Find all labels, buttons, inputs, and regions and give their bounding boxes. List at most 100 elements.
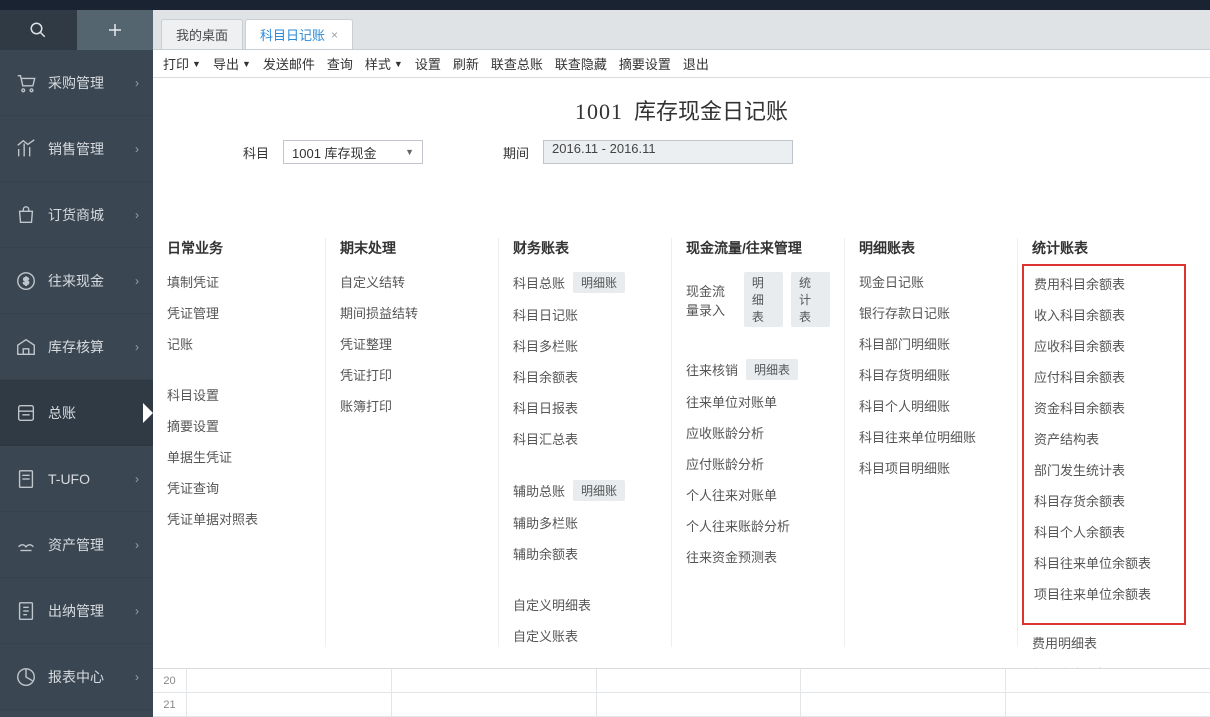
- sidebar-item-purchase[interactable]: 采购管理 ›: [0, 50, 153, 116]
- menu-link[interactable]: 自定义明细表: [513, 595, 591, 614]
- menu-link[interactable]: 资产结构表: [1034, 429, 1099, 448]
- sidebar-item-sales[interactable]: 销售管理 ›: [0, 116, 153, 182]
- nav-add-button[interactable]: [77, 10, 154, 50]
- menu-link[interactable]: 凭证整理: [340, 334, 392, 353]
- menu-link[interactable]: 期间损益结转: [340, 303, 418, 322]
- subject-select[interactable]: 1001 库存现金 ▼: [283, 140, 423, 164]
- menu-row: 填制凭证: [167, 272, 311, 291]
- menu-link[interactable]: 科目存货明细账: [859, 365, 950, 384]
- tb-link-gl[interactable]: 联查总账: [491, 54, 543, 73]
- nav-search-button[interactable]: [0, 10, 77, 50]
- caret-down-icon: ▼: [242, 59, 251, 69]
- menu-link[interactable]: 科目项目明细账: [859, 458, 950, 477]
- caret-down-icon: ▼: [192, 59, 201, 69]
- menu-link[interactable]: 记账: [167, 334, 193, 353]
- menu-link[interactable]: 收入科目余额表: [1034, 305, 1125, 324]
- mega-column: 明细账表现金日记账银行存款日记账科目部门明细账科目存货明细账科目个人明细账科目往…: [845, 238, 1018, 647]
- menu-link[interactable]: 科目多栏账: [513, 336, 578, 355]
- menu-row: 辅助总账明细账: [513, 480, 657, 501]
- menu-link[interactable]: 凭证打印: [340, 365, 392, 384]
- menu-badge[interactable]: 明细账: [573, 480, 625, 501]
- menu-link[interactable]: 往来核销: [686, 360, 738, 379]
- sidebar-item-reports[interactable]: 报表中心 ›: [0, 644, 153, 710]
- menu-link[interactable]: 费用科目余额表: [1034, 274, 1125, 293]
- menu-link[interactable]: 科目部门明细账: [859, 334, 950, 353]
- menu-link[interactable]: 辅助总账: [513, 481, 565, 500]
- tb-sendmail[interactable]: 发送邮件: [263, 54, 315, 73]
- menu-link[interactable]: 科目个人余额表: [1034, 522, 1125, 541]
- menu-link[interactable]: 自定义账表: [513, 626, 578, 645]
- sidebar-item-tufo[interactable]: T-UFO ›: [0, 446, 153, 512]
- menu-row: 往来核销明细表: [686, 359, 830, 380]
- tb-settings[interactable]: 设置: [415, 54, 441, 73]
- search-icon: [29, 21, 47, 39]
- menu-link[interactable]: 资金科目余额表: [1034, 398, 1125, 417]
- menu-link[interactable]: 辅助多栏账: [513, 513, 578, 532]
- chevron-right-icon: ›: [135, 538, 139, 552]
- tb-query[interactable]: 查询: [327, 54, 353, 73]
- svg-text:$: $: [23, 276, 29, 287]
- close-icon[interactable]: ×: [331, 28, 338, 42]
- menu-badge[interactable]: 统计表: [791, 272, 830, 327]
- menu-link[interactable]: 科目往来单位余额表: [1034, 553, 1151, 572]
- menu-link[interactable]: 应收账龄分析: [686, 423, 764, 442]
- menu-link[interactable]: 部门发生统计表: [1034, 460, 1125, 479]
- menu-badge[interactable]: 明细表: [744, 272, 783, 327]
- sidebar-item-inventory[interactable]: 库存核算 ›: [0, 314, 153, 380]
- sidebar-item-label: 销售管理: [48, 139, 135, 159]
- menu-link[interactable]: 费用明细表: [1032, 633, 1097, 652]
- menu-link[interactable]: 往来单位对账单: [686, 392, 777, 411]
- menu-link[interactable]: 应付账龄分析: [686, 454, 764, 473]
- menu-link[interactable]: 项目往来单位余额表: [1034, 584, 1151, 603]
- menu-link[interactable]: 凭证管理: [167, 303, 219, 322]
- window-titlebar: [0, 0, 1210, 10]
- ledger-icon: [14, 401, 38, 425]
- sidebar-item-ordermall[interactable]: 订货商城 ›: [0, 182, 153, 248]
- menu-link[interactable]: 银行存款日记账: [859, 303, 950, 322]
- menu-link[interactable]: 现金流量录入: [686, 281, 736, 319]
- menu-link[interactable]: 科目余额表: [513, 367, 578, 386]
- menu-link[interactable]: 单据生凭证: [167, 447, 232, 466]
- sidebar-item-cash[interactable]: $ 往来现金 ›: [0, 248, 153, 314]
- menu-badge[interactable]: 明细账: [573, 272, 625, 293]
- sidebar-item-cashier[interactable]: 出纳管理 ›: [0, 578, 153, 644]
- sidebar-item-ledger[interactable]: 总账: [0, 380, 153, 446]
- menu-link[interactable]: 现金日记账: [859, 272, 924, 291]
- menu-link[interactable]: 科目日记账: [513, 305, 578, 324]
- menu-badge[interactable]: 明细表: [746, 359, 798, 380]
- tb-style[interactable]: 样式▼: [365, 54, 403, 73]
- menu-link[interactable]: 填制凭证: [167, 272, 219, 291]
- period-input[interactable]: 2016.11 - 2016.11: [543, 140, 793, 164]
- menu-link[interactable]: 个人往来账龄分析: [686, 516, 790, 535]
- doc-icon: [14, 599, 38, 623]
- menu-link[interactable]: 科目设置: [167, 385, 219, 404]
- menu-link[interactable]: 凭证单据对照表: [167, 509, 258, 528]
- menu-link[interactable]: 科目汇总表: [513, 429, 578, 448]
- menu-link[interactable]: 个人往来对账单: [686, 485, 777, 504]
- menu-link[interactable]: 科目个人明细账: [859, 396, 950, 415]
- menu-link[interactable]: 账簿打印: [340, 396, 392, 415]
- toolbar: 打印▼ 导出▼ 发送邮件 查询 样式▼ 设置 刷新 联查总账 联查隐藏 摘要设置…: [153, 50, 1210, 78]
- menu-link[interactable]: 科目总账: [513, 273, 565, 292]
- tab-journal[interactable]: 科目日记账 ×: [245, 19, 353, 49]
- menu-link[interactable]: 辅助余额表: [513, 544, 578, 563]
- menu-link[interactable]: 科目日报表: [513, 398, 578, 417]
- tab-desktop[interactable]: 我的桌面: [161, 19, 243, 49]
- menu-link[interactable]: 往来资金预测表: [686, 547, 777, 566]
- tb-exit[interactable]: 退出: [683, 54, 709, 73]
- menu-link[interactable]: 应付科目余额表: [1034, 367, 1125, 386]
- tb-print[interactable]: 打印▼: [163, 54, 201, 73]
- menu-link[interactable]: 凭证查询: [167, 478, 219, 497]
- menu-link[interactable]: 科目往来单位明细账: [859, 427, 976, 446]
- tb-refresh[interactable]: 刷新: [453, 54, 479, 73]
- menu-link[interactable]: 摘要设置: [167, 416, 219, 435]
- menu-link[interactable]: 自定义结转: [340, 272, 405, 291]
- tb-export[interactable]: 导出▼: [213, 54, 251, 73]
- menu-link[interactable]: 科目存货余额表: [1034, 491, 1125, 510]
- subject-label: 科目: [243, 143, 269, 162]
- sidebar-item-assets[interactable]: 资产管理 ›: [0, 512, 153, 578]
- menu-link[interactable]: 应收科目余额表: [1034, 336, 1125, 355]
- tb-link-hide[interactable]: 联查隐藏: [555, 54, 607, 73]
- tb-summary[interactable]: 摘要设置: [619, 54, 671, 73]
- caret-down-icon: ▼: [394, 59, 403, 69]
